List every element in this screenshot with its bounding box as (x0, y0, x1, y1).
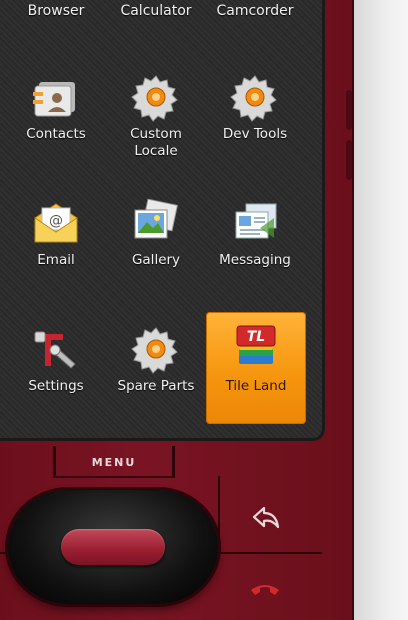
app-label: Contacts (26, 126, 86, 142)
app-gallery[interactable]: Gallery (106, 190, 206, 300)
email-icon: @ (34, 203, 78, 243)
trackball-center-button[interactable] (61, 529, 165, 565)
settings-icon (34, 331, 76, 369)
app-custom-locale[interactable]: Custom Locale (106, 64, 206, 174)
dev-tools-gear-icon (230, 75, 277, 122)
app-label: Custom Locale (130, 126, 182, 159)
home-screen: Browser Calculator Camcorder Contacts Cu… (0, 0, 325, 441)
side-button[interactable] (346, 90, 352, 130)
app-label-calculator[interactable]: Calculator (106, 3, 206, 19)
app-tile-land[interactable]: TL Tile Land (206, 312, 306, 424)
app-label: Messaging (219, 252, 291, 268)
app-label: Settings (28, 378, 84, 394)
menu-hardware-button[interactable]: MENU (53, 446, 175, 478)
end-call-icon[interactable] (248, 578, 282, 600)
gallery-icon (134, 198, 178, 239)
app-settings[interactable]: Settings (6, 316, 106, 426)
messaging-icon (235, 203, 277, 239)
phone-body: Browser Calculator Camcorder Contacts Cu… (0, 0, 354, 620)
divider (218, 476, 220, 556)
app-label-browser[interactable]: Browser (6, 3, 106, 19)
app-messaging[interactable]: Messaging (205, 190, 305, 300)
app-label: Gallery (131, 252, 181, 268)
app-label: Dev Tools (222, 126, 288, 142)
trackball-dpad[interactable] (8, 490, 218, 604)
app-label: Spare Parts (117, 378, 195, 394)
app-email[interactable]: @ Email (6, 190, 106, 300)
tile-land-icon: TL (236, 325, 276, 364)
custom-locale-gear-icon (131, 75, 178, 122)
app-spare-parts[interactable]: Spare Parts (106, 316, 206, 426)
svg-text:TL: TL (247, 329, 265, 345)
spare-parts-gear-icon (131, 327, 178, 374)
app-label: Tile Land (225, 378, 287, 394)
back-arrow-icon[interactable] (250, 505, 282, 531)
app-label: Email (37, 252, 75, 268)
contacts-icon (33, 82, 75, 117)
menu-key-label: MENU (91, 456, 137, 469)
app-contacts[interactable]: Contacts (6, 64, 106, 174)
svg-text:@: @ (49, 213, 63, 229)
side-button[interactable] (346, 140, 352, 180)
app-label-camcorder[interactable]: Camcorder (205, 3, 305, 19)
app-dev-tools[interactable]: Dev Tools (205, 64, 305, 174)
top-row-labels: Browser Calculator Camcorder (0, 3, 322, 25)
background-wall (354, 0, 408, 620)
